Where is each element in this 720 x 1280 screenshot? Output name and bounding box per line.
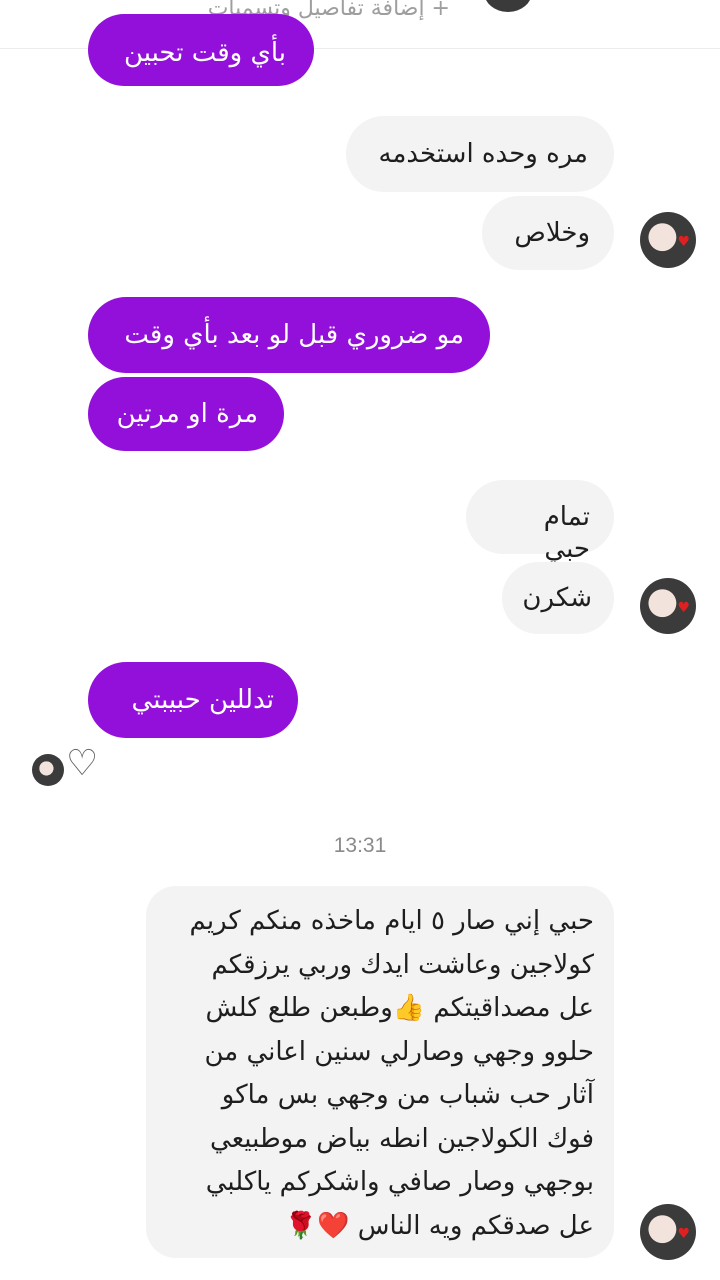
- message-bubble-incoming[interactable]: حبي إني صار ٥ ايام ماخذه منكم كريم كولاج…: [146, 886, 614, 1258]
- contact-avatar[interactable]: ♥: [640, 212, 696, 268]
- message-line: فوك الكولاجين انطه بياض موطبيعي: [210, 1123, 594, 1154]
- message-text: تدللين حبيبتي: [131, 685, 274, 715]
- heart-icon: ♥: [677, 1226, 690, 1242]
- message-line: آثار حب شباب من وجهي بس ماكو: [221, 1080, 594, 1110]
- message-line: عل مصداقيتكم 👍وطبعن طلع كلش: [205, 993, 594, 1023]
- message-bubble-outgoing[interactable]: مرة او مرتين: [88, 377, 284, 451]
- message-bubble-incoming[interactable]: شكرن: [502, 562, 614, 634]
- message-bubble-outgoing[interactable]: مو ضروري قبل لو بعد بأي وقت: [88, 297, 490, 373]
- heart-icon: ♥: [677, 234, 690, 250]
- message-text: شكرن: [522, 583, 592, 613]
- heart-icon: ♥: [677, 600, 690, 616]
- timestamp: 13:31: [333, 834, 387, 857]
- message-line: بوجهي وصار صافي واشكركم ياكلبي: [205, 1167, 594, 1197]
- contact-avatar[interactable]: ♥: [640, 1204, 696, 1260]
- chat-screen: + إضافة تفاصيل وتسميات بأي وقت تحبين مره…: [0, 0, 720, 1280]
- message-text: مو ضروري قبل لو بعد بأي وقت: [124, 320, 464, 350]
- reactor-avatar: [32, 754, 64, 786]
- contact-avatar[interactable]: ♥: [640, 578, 696, 634]
- message-bubble-incoming[interactable]: وخلاص: [482, 196, 614, 270]
- message-reactions[interactable]: ♡: [30, 746, 106, 788]
- message-text: بأي وقت تحبين: [123, 38, 286, 68]
- message-text: مرة او مرتين: [116, 399, 258, 429]
- message-bubble-outgoing[interactable]: بأي وقت تحبين: [88, 14, 314, 86]
- message-line: حبي إني صار ٥ ايام ماخذه منكم كريم: [189, 906, 594, 936]
- message-bubble-incoming[interactable]: مره وحده استخدمه: [346, 116, 614, 192]
- message-bubble-outgoing[interactable]: تدللين حبيبتي: [88, 662, 298, 738]
- message-line: عل صدقكم ويه الناس ❤️🌹: [284, 1210, 594, 1241]
- message-text: وخلاص: [514, 218, 590, 248]
- header-avatar[interactable]: [482, 0, 534, 14]
- heart-outline-icon[interactable]: ♡: [66, 746, 98, 782]
- message-text: تمام حبي: [543, 502, 590, 564]
- message-bubble-incoming[interactable]: تمام حبي: [466, 480, 614, 564]
- message-line: حلوو وجهي وصارلي سنين اعاني من: [204, 1036, 594, 1067]
- message-text: مره وحده استخدمه: [378, 139, 588, 169]
- message-line: كولاجين وعاشت ايدك وربي يرزقكم: [211, 949, 595, 980]
